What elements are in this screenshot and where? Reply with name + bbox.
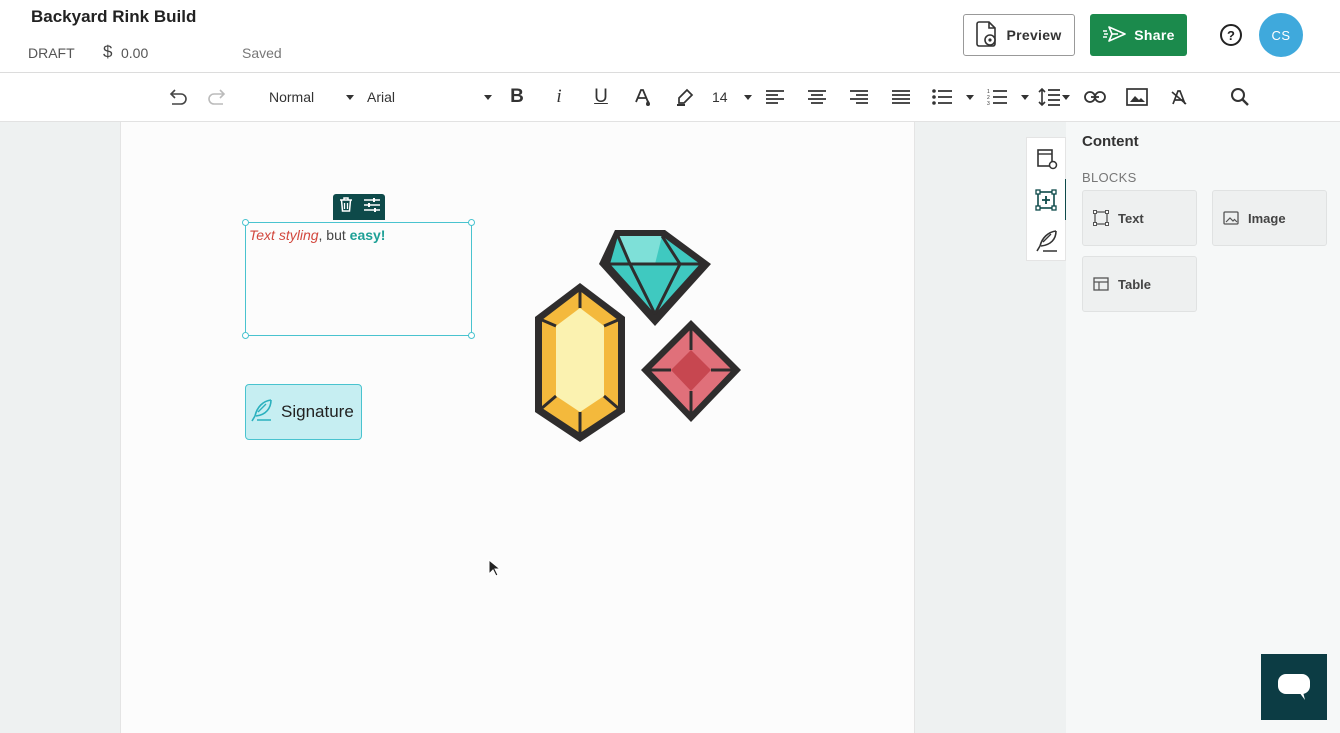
add-block-icon xyxy=(1035,188,1057,211)
blocks-section-heading: BLOCKS xyxy=(1082,170,1137,185)
share-label: Share xyxy=(1134,27,1175,43)
text-block-card[interactable]: Text xyxy=(1082,190,1197,246)
resize-handle[interactable] xyxy=(468,219,475,226)
settings-sliders-icon[interactable] xyxy=(363,197,380,217)
panel-tab-strip xyxy=(1026,137,1067,261)
table-block-icon xyxy=(1093,277,1109,291)
save-status: Saved xyxy=(242,45,282,61)
chevron-down-icon xyxy=(966,94,974,100)
numbered-list-button[interactable]: 123 xyxy=(987,85,1029,109)
line-spacing-button[interactable] xyxy=(1038,85,1070,109)
chevron-down-icon xyxy=(1021,94,1029,100)
status-badge: DRAFT xyxy=(28,45,75,61)
document-title[interactable]: Backyard Rink Build xyxy=(31,7,196,27)
plain-text: , but xyxy=(318,227,350,243)
image-block-icon xyxy=(1223,211,1239,225)
table-block-card[interactable]: Table xyxy=(1082,256,1197,312)
avatar[interactable]: CS xyxy=(1259,13,1303,57)
undo-icon[interactable] xyxy=(166,85,188,109)
numbered-list-icon: 123 xyxy=(987,89,1007,106)
resize-handle[interactable] xyxy=(242,332,249,339)
resize-handle[interactable] xyxy=(242,219,249,226)
chat-launcher-button[interactable] xyxy=(1261,654,1327,720)
paragraph-style-select[interactable]: Normal xyxy=(262,85,358,109)
font-family-value: Arial xyxy=(367,89,396,105)
content-panel: Content BLOCKS Text Image Table xyxy=(1066,122,1340,733)
text-block-label: Text xyxy=(1118,210,1144,226)
text-block-icon xyxy=(1093,210,1109,226)
help-icon[interactable]: ? xyxy=(1220,24,1242,46)
panel-title: Content xyxy=(1082,133,1139,150)
image-block-card[interactable]: Image xyxy=(1212,190,1327,246)
document-preview-icon xyxy=(976,20,998,50)
bold-button[interactable]: B xyxy=(506,85,528,109)
signature-tab[interactable] xyxy=(1027,220,1067,261)
paragraph-style-value: Normal xyxy=(269,89,315,105)
insert-image-icon[interactable] xyxy=(1126,85,1148,109)
styled-italic-text: Text styling xyxy=(249,227,319,243)
text-color-icon[interactable] xyxy=(632,85,654,109)
trash-icon[interactable] xyxy=(339,197,353,217)
chevron-down-icon xyxy=(346,94,354,100)
image-block-label: Image xyxy=(1248,210,1286,226)
align-right-icon[interactable] xyxy=(848,85,870,109)
share-button[interactable]: Share xyxy=(1090,14,1187,56)
line-spacing-icon xyxy=(1038,87,1060,107)
text-block[interactable]: Text styling, but easy! xyxy=(242,219,475,339)
send-icon xyxy=(1102,25,1127,46)
bullet-list-icon xyxy=(932,89,952,105)
preview-label: Preview xyxy=(1006,27,1062,43)
chat-bubble-icon xyxy=(1278,674,1310,700)
block-toolbar xyxy=(333,194,385,220)
content-blocks-tab[interactable] xyxy=(1027,179,1067,220)
page-settings-icon xyxy=(1037,148,1058,169)
highlight-icon[interactable] xyxy=(674,85,696,109)
chevron-down-icon xyxy=(744,94,752,100)
italic-button[interactable]: i xyxy=(548,85,570,109)
font-family-select[interactable]: Arial xyxy=(362,85,494,109)
font-size-select[interactable]: 14 xyxy=(712,85,752,109)
header-bar: Backyard Rink Build DRAFT $ 0.00 Saved P… xyxy=(0,0,1340,73)
mouse-cursor-icon xyxy=(488,558,502,582)
link-icon[interactable] xyxy=(1084,85,1106,109)
document-price: 0.00 xyxy=(121,45,149,61)
gems-image[interactable] xyxy=(535,228,745,442)
svg-text:3: 3 xyxy=(987,101,990,106)
feather-pen-icon xyxy=(249,397,275,428)
bullet-list-button[interactable] xyxy=(932,85,974,109)
signature-label: Signature xyxy=(281,402,354,421)
styled-bold-text: easy! xyxy=(349,227,386,243)
clear-format-icon[interactable] xyxy=(1168,85,1190,109)
formatting-toolbar: Normal Arial B i U 14 123 xyxy=(0,73,1340,122)
text-block-content[interactable]: Text styling, but easy! xyxy=(249,227,385,243)
table-block-label: Table xyxy=(1118,276,1151,292)
align-left-icon[interactable] xyxy=(764,85,786,109)
align-justify-icon[interactable] xyxy=(890,85,912,109)
preview-button[interactable]: Preview xyxy=(963,14,1075,56)
page-settings-tab[interactable] xyxy=(1027,138,1067,179)
align-center-icon[interactable] xyxy=(806,85,828,109)
resize-handle[interactable] xyxy=(468,332,475,339)
signature-block[interactable]: Signature xyxy=(245,384,362,440)
chevron-down-icon xyxy=(1062,94,1070,100)
document-page[interactable] xyxy=(120,122,915,733)
underline-button[interactable]: U xyxy=(590,85,612,109)
feather-pen-icon xyxy=(1036,229,1057,252)
font-size-value: 14 xyxy=(712,89,728,105)
chevron-down-icon xyxy=(484,94,492,100)
currency-symbol: $ xyxy=(103,42,113,61)
search-icon[interactable] xyxy=(1229,85,1251,109)
redo-icon[interactable] xyxy=(207,85,229,109)
